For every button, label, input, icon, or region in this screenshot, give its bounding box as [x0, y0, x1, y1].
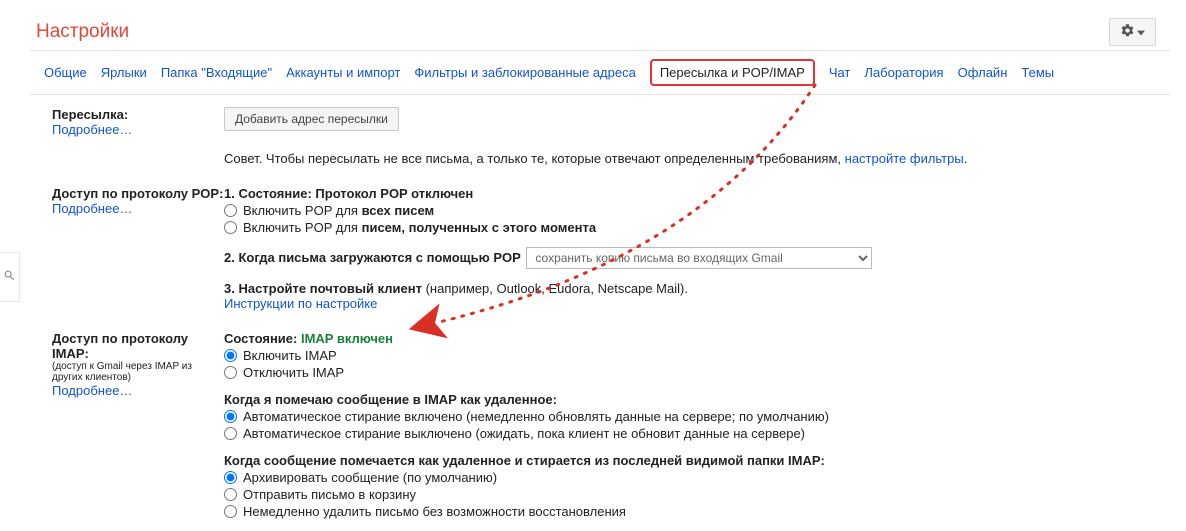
imap-enable-label: Включить IMAP: [243, 348, 337, 363]
imap-autoexpunge-off-radio[interactable]: [224, 427, 237, 440]
imap-disable-radio[interactable]: [224, 366, 237, 379]
forwarding-tip: Совет. Чтобы пересылать не все письма, а…: [224, 151, 1166, 166]
tab-forwarding-pop-imap[interactable]: Пересылка и POP/IMAP: [650, 59, 815, 86]
tab-labels[interactable]: Ярлыки: [101, 65, 147, 80]
imap-expunge-archive-label: Архивировать сообщение (по умолчанию): [243, 470, 497, 485]
pop-enable-all-row[interactable]: Включить POP для всех писем: [224, 203, 1166, 218]
imap-expunge-delete-label: Немедленно удалить письмо без возможност…: [243, 504, 626, 519]
tab-chat[interactable]: Чат: [829, 65, 851, 80]
tab-inbox[interactable]: Папка "Входящие": [161, 65, 272, 80]
forwarding-tip-text: Совет. Чтобы пересылать не все письма, а…: [224, 151, 845, 166]
tab-filters[interactable]: Фильтры и заблокированные адреса: [414, 65, 635, 80]
imap-expunge-delete-row[interactable]: Немедленно удалить письмо без возможност…: [224, 504, 1166, 519]
pop-enable-new-radio[interactable]: [224, 221, 237, 234]
settings-tabs: Общие Ярлыки Папка "Входящие" Аккаунты и…: [30, 50, 1170, 95]
imap-autoexpunge-off-row[interactable]: Автоматическое стирание выключено (ожида…: [224, 426, 1166, 441]
pop-action-select[interactable]: сохранить копию письма во входящих Gmail: [526, 247, 872, 269]
pop-enable-all-radio[interactable]: [224, 204, 237, 217]
forwarding-tip-suffix: .: [964, 151, 968, 166]
imap-autoexpunge-on-radio[interactable]: [224, 410, 237, 423]
imap-expunge-trash-radio[interactable]: [224, 488, 237, 501]
imap-expunge-archive-row[interactable]: Архивировать сообщение (по умолчанию): [224, 470, 1166, 485]
imap-expunge-trash-row[interactable]: Отправить письмо в корзину: [224, 487, 1166, 502]
page-title: Настройки: [36, 21, 129, 43]
search-icon: [3, 269, 16, 285]
imap-more-link[interactable]: Подробнее…: [52, 383, 224, 398]
imap-subtitle: (доступ к Gmail через IMAP из других кли…: [52, 361, 224, 383]
pop-step2-label: 2. Когда письма загружаются с помощью PO…: [224, 250, 521, 265]
imap-title: Доступ по протоколу IMAP:: [52, 331, 224, 361]
dropdown-caret-icon: [1137, 25, 1145, 40]
pop-step3-label: 3. Настройте почтовый клиент (например, …: [224, 281, 688, 296]
tab-labs[interactable]: Лаборатория: [864, 65, 943, 80]
configure-filters-link[interactable]: настройте фильтры: [845, 151, 964, 166]
imap-enable-radio[interactable]: [224, 349, 237, 362]
tab-general[interactable]: Общие: [44, 65, 87, 80]
imap-disable-row[interactable]: Отключить IMAP: [224, 365, 1166, 380]
settings-gear-button[interactable]: [1109, 18, 1156, 46]
imap-expunge-trash-label: Отправить письмо в корзину: [243, 487, 416, 502]
imap-enable-row[interactable]: Включить IMAP: [224, 348, 1166, 363]
pop-instructions-link[interactable]: Инструкции по настройке: [224, 296, 377, 311]
imap-expunge-archive-radio[interactable]: [224, 471, 237, 484]
forwarding-title: Пересылка:: [52, 107, 224, 122]
imap-delete-heading: Когда я помечаю сообщение в IMAP как уда…: [224, 392, 1166, 407]
imap-expunge-delete-radio[interactable]: [224, 505, 237, 518]
pop-more-link[interactable]: Подробнее…: [52, 201, 224, 216]
pop-status: 1. Состояние: Протокол POP отключен: [224, 186, 1166, 201]
tab-themes[interactable]: Темы: [1021, 65, 1054, 80]
imap-autoexpunge-off-label: Автоматическое стирание выключено (ожида…: [243, 426, 805, 441]
imap-expunge-heading: Когда сообщение помечается как удаленное…: [224, 453, 1166, 468]
tab-offline[interactable]: Офлайн: [958, 65, 1008, 80]
forwarding-more-link[interactable]: Подробнее…: [52, 122, 224, 137]
pop-enable-all-label: Включить POP для всех писем: [243, 203, 434, 218]
gear-icon: [1120, 23, 1135, 41]
pop-title: Доступ по протоколу POP:: [52, 186, 224, 201]
imap-autoexpunge-on-label: Автоматическое стирание включено (немедл…: [243, 409, 829, 424]
imap-status: Состояние: IMAP включен: [224, 331, 393, 346]
tab-accounts[interactable]: Аккаунты и импорт: [286, 65, 400, 80]
imap-autoexpunge-on-row[interactable]: Автоматическое стирание включено (немедл…: [224, 409, 1166, 424]
add-forwarding-address-button[interactable]: Добавить адрес пересылки: [224, 107, 399, 131]
pop-enable-new-label: Включить POP для писем, полученных с это…: [243, 220, 596, 235]
forwarding-section: Пересылка: Подробнее… Добавить адрес пер…: [0, 107, 1186, 166]
imap-section: Доступ по протоколу IMAP: (доступ к Gmai…: [0, 331, 1186, 521]
pop-section: Доступ по протоколу POP: Подробнее… 1. С…: [0, 186, 1186, 311]
imap-disable-label: Отключить IMAP: [243, 365, 344, 380]
search-rail-button[interactable]: [0, 252, 20, 302]
pop-enable-new-row[interactable]: Включить POP для писем, полученных с это…: [224, 220, 1166, 235]
